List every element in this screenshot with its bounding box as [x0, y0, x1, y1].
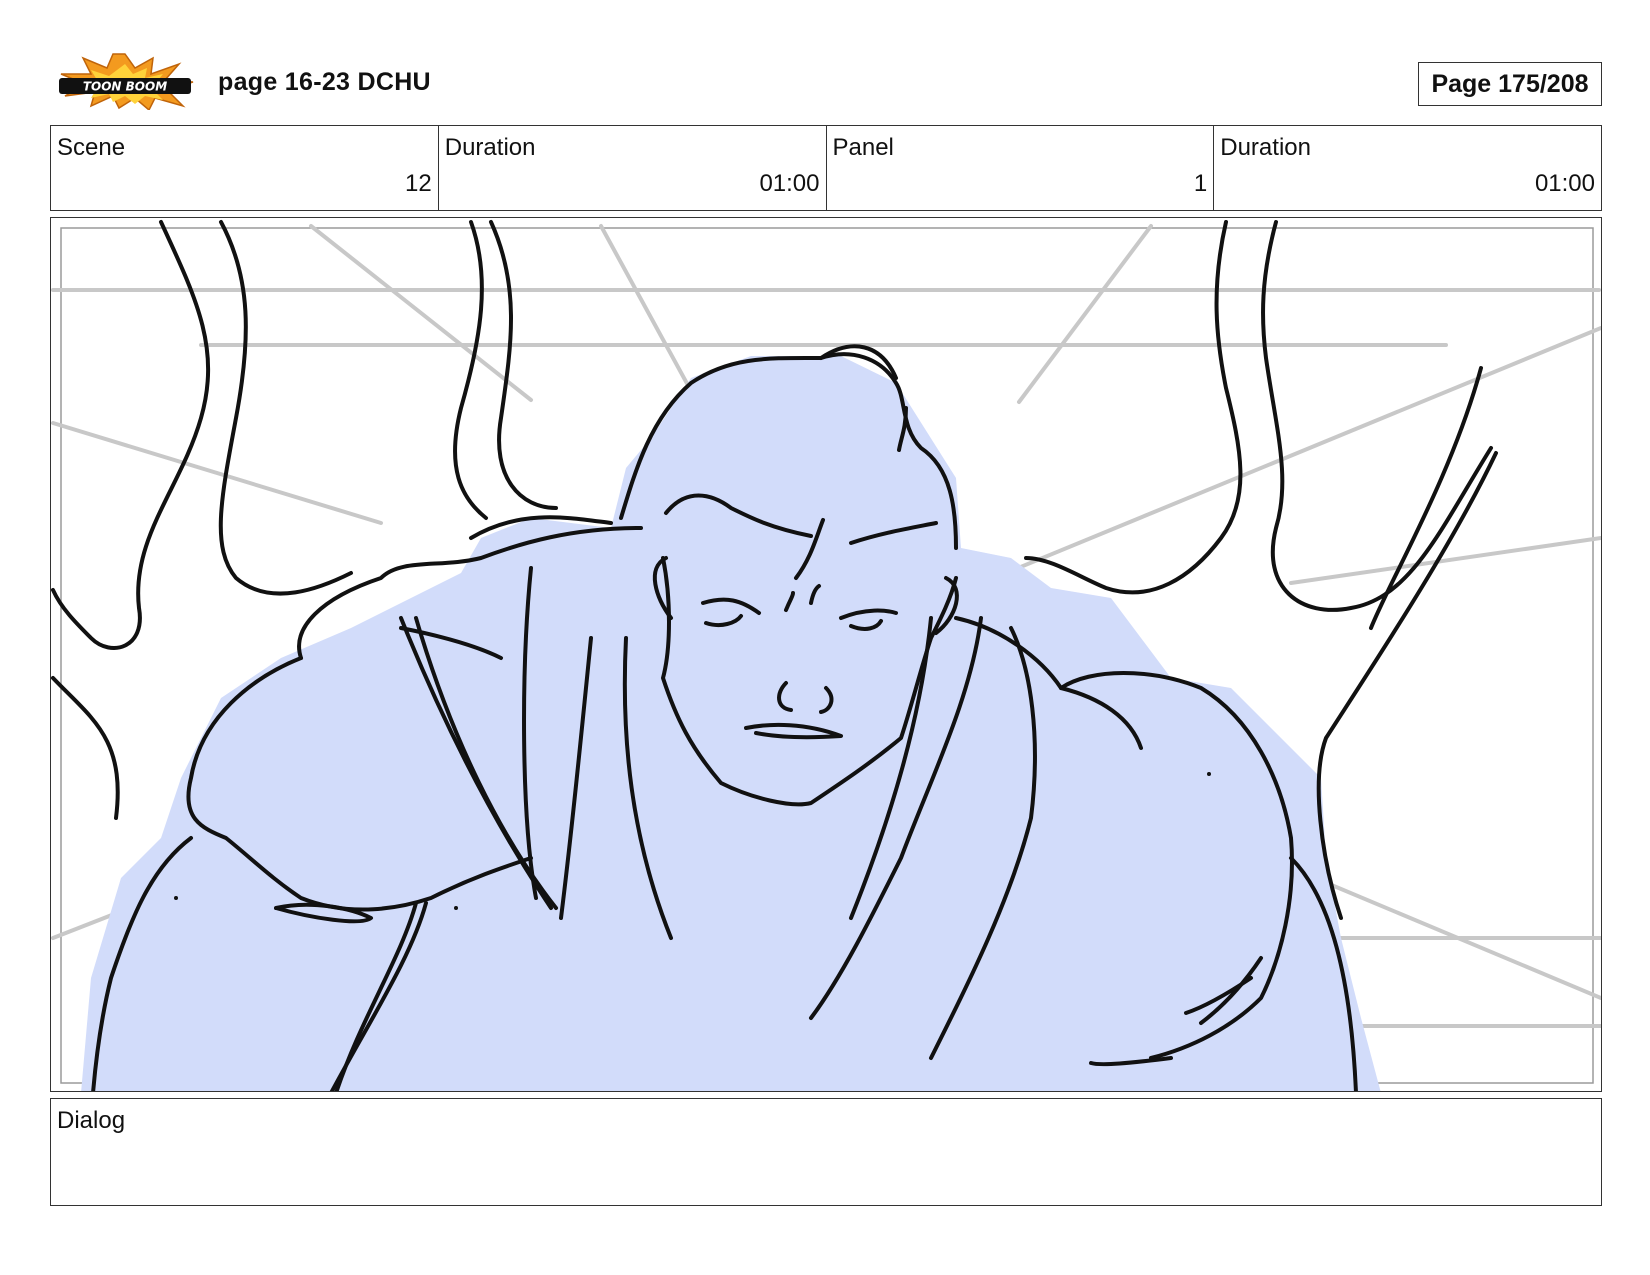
svg-text:TOON BOOM: TOON BOOM	[83, 80, 167, 94]
scene-label: Scene	[57, 134, 126, 161]
panel-duration-cell: Duration 01:00	[1214, 126, 1601, 210]
panel-sketch	[51, 220, 1601, 1091]
panel-duration-label: Duration	[1220, 134, 1311, 161]
scene-cell: Scene 12	[51, 126, 439, 210]
dialog-label: Dialog	[57, 1107, 126, 1134]
panel-label: Panel	[832, 134, 894, 161]
storyboard-panel	[50, 217, 1602, 1092]
figure-fill	[81, 356, 1381, 1091]
panel-duration-value: 01:00	[1534, 170, 1595, 197]
dialog-box: Dialog	[50, 1098, 1602, 1206]
scene-duration-label: Duration	[444, 134, 536, 161]
toon-boom-logo-icon: TOON BOOM	[55, 52, 195, 112]
document-title: page 16-23 DCHU	[218, 68, 431, 96]
panel-value: 1	[1193, 170, 1208, 197]
scene-duration-value: 01:00	[759, 170, 820, 197]
scene-value: 12	[405, 170, 432, 197]
panel-cell: Panel 1	[827, 126, 1215, 210]
scene-duration-cell: Duration 01:00	[439, 126, 827, 210]
page-counter: Page 175/208	[1418, 62, 1602, 106]
scene-info-table: Scene 12 Duration 01:00 Panel 1 Duration…	[50, 125, 1602, 211]
